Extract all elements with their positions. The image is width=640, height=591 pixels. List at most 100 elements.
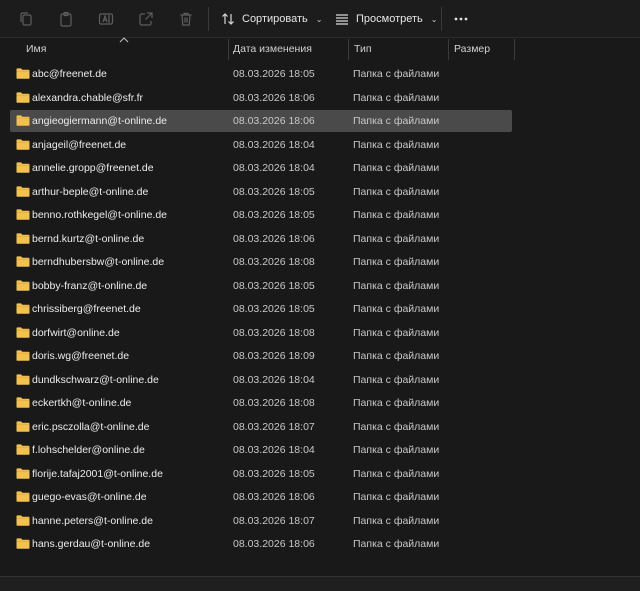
file-type: Папка с файлами: [353, 491, 440, 503]
list-item[interactable]: eckertkh@t-online.de 08.03.2026 18:08 Папк…: [10, 392, 512, 414]
file-name: hanne.peters@t-online.de: [32, 514, 153, 527]
column-divider[interactable]: [348, 39, 349, 60]
file-name: berndhubersbw@t-online.de: [32, 256, 165, 268]
column-divider[interactable]: [228, 39, 229, 60]
file-date: 08.03.2026 18:07: [233, 514, 315, 527]
file-type: Папка с файлами: [353, 68, 440, 80]
more-icon[interactable]: [451, 9, 471, 29]
file-date: 08.03.2026 18:05: [233, 185, 315, 198]
folder-icon: [16, 326, 30, 338]
list-item[interactable]: abc@freenet.de 08.03.2026 18:05 Папка с фа…: [10, 63, 512, 85]
column-divider[interactable]: [514, 39, 515, 60]
list-item[interactable]: florije.tafaj2001@t-online.de 08.03.2026 …: [10, 463, 512, 485]
status-bar: [0, 576, 640, 591]
file-date: 08.03.2026 18:05: [233, 209, 315, 221]
list-item[interactable]: arthur-beple@t-online.de 08.03.2026 18:05…: [10, 181, 512, 203]
command-bar: Сортировать ⌄ Просмотреть ⌄: [0, 0, 640, 38]
list-item[interactable]: bernd.kurtz@t-online.de 08.03.2026 18:06 П…: [10, 228, 512, 250]
file-type: Папка с файлами: [353, 91, 440, 104]
file-date: 08.03.2026 18:08: [233, 397, 315, 409]
list-item[interactable]: dundkschwarz@t-online.de 08.03.2026 18:04…: [10, 369, 512, 391]
column-date-header[interactable]: Дата изменения: [233, 39, 312, 60]
share-icon[interactable]: [136, 9, 156, 29]
folder-icon: [16, 232, 30, 244]
list-item[interactable]: guego-evas@t-online.de 08.03.2026 18:06 Па…: [10, 486, 512, 508]
file-date: 08.03.2026 18:05: [233, 68, 315, 80]
list-item[interactable]: f.lohschelder@online.de 08.03.2026 18:04 П…: [10, 439, 512, 461]
toolbar-divider: [208, 7, 209, 31]
file-date: 08.03.2026 18:07: [233, 420, 315, 433]
toolbar-divider: [441, 7, 442, 31]
file-date: 08.03.2026 18:05: [233, 467, 315, 480]
sort-ascending-icon: [119, 37, 129, 43]
list-item[interactable]: bobby-franz@t-online.de 08.03.2026 18:05 П…: [10, 275, 512, 297]
copy-icon[interactable]: [16, 9, 36, 29]
list-item[interactable]: annelie.gropp@freenet.de 08.03.2026 18:04…: [10, 157, 512, 179]
file-type: Папка с файлами: [353, 232, 440, 245]
file-name: guego-evas@t-online.de: [32, 491, 147, 503]
column-type-header[interactable]: Тип: [354, 39, 372, 60]
column-divider[interactable]: [448, 39, 449, 60]
folder-icon: [16, 514, 30, 526]
list-item[interactable]: benno.rothkegel@t-online.de 08.03.2026 18…: [10, 204, 512, 226]
file-name: dundkschwarz@t-online.de: [32, 373, 159, 386]
list-item[interactable]: chrissiberg@freenet.de 08.03.2026 18:05 Па…: [10, 298, 512, 320]
file-date: 08.03.2026 18:05: [233, 303, 315, 315]
list-item[interactable]: eric.psczolla@t-online.de 08.03.2026 18:0…: [10, 416, 512, 438]
file-type: Папка с файлами: [353, 350, 440, 362]
file-type: Папка с файлами: [353, 209, 440, 221]
file-name: bernd.kurtz@t-online.de: [32, 232, 145, 245]
file-name: doris.wg@freenet.de: [32, 350, 130, 362]
list-item[interactable]: dorfwirt@online.de 08.03.2026 18:08 Папка …: [10, 322, 512, 344]
file-name: angieogiermann@t-online.de: [32, 115, 167, 127]
file-date: 08.03.2026 18:06: [233, 232, 315, 245]
file-type: Папка с файлами: [353, 303, 440, 315]
file-date: 08.03.2026 18:06: [233, 538, 315, 550]
list-item[interactable]: doris.wg@freenet.de 08.03.2026 18:09 Папка…: [10, 345, 512, 367]
file-name: anjageil@freenet.de: [32, 138, 127, 151]
file-type: Папка с файлами: [353, 185, 440, 198]
sort-button[interactable]: Сортировать ⌄: [220, 9, 322, 29]
file-date: 08.03.2026 18:05: [233, 279, 315, 292]
paste-icon[interactable]: [56, 9, 76, 29]
sort-icon: [222, 13, 234, 25]
vertical-scrollbar[interactable]: [632, 60, 640, 575]
delete-icon[interactable]: [176, 9, 196, 29]
chevron-down-icon: ⌄: [430, 14, 438, 24]
column-size-header[interactable]: Размер: [454, 39, 490, 60]
file-type: Папка с файлами: [353, 115, 440, 127]
list-item[interactable]: hanne.peters@t-online.de 08.03.2026 18:07…: [10, 510, 512, 532]
file-name: chrissiberg@freenet.de: [32, 303, 141, 315]
chevron-down-icon: ⌄: [315, 14, 323, 24]
list-item[interactable]: angieogiermann@t-online.de 08.03.2026 18:…: [10, 110, 512, 132]
folder-icon: [16, 91, 30, 103]
rename-icon[interactable]: [96, 9, 116, 29]
view-button-label: Просмотреть: [356, 13, 423, 25]
folder-icon: [16, 115, 30, 126]
folder-icon: [16, 467, 30, 479]
file-type: Папка с файлами: [353, 397, 440, 409]
list-item[interactable]: berndhubersbw@t-online.de 08.03.2026 18:0…: [10, 251, 512, 273]
file-date: 08.03.2026 18:04: [233, 444, 315, 456]
file-date: 08.03.2026 18:04: [233, 162, 315, 174]
folder-icon: [16, 68, 30, 79]
list-item[interactable]: anjageil@freenet.de 08.03.2026 18:04 Папка…: [10, 134, 512, 156]
file-name: abc@freenet.de: [32, 68, 107, 80]
file-name: alexandra.chable@sfr.fr: [32, 91, 144, 104]
file-name: bobby-franz@t-online.de: [32, 279, 148, 292]
folder-icon: [16, 397, 30, 408]
file-name: annelie.gropp@freenet.de: [32, 162, 154, 174]
column-name-header[interactable]: Имя: [26, 39, 46, 60]
file-name: hans.gerdau@t-online.de: [32, 538, 151, 550]
file-type: Папка с файлами: [353, 444, 440, 456]
folder-icon: [16, 209, 30, 220]
file-date: 08.03.2026 18:06: [233, 115, 315, 127]
file-name: eckertkh@t-online.de: [32, 397, 132, 409]
list-item[interactable]: hans.gerdau@t-online.de 08.03.2026 18:06 П…: [10, 533, 512, 555]
file-name: f.lohschelder@online.de: [32, 444, 145, 456]
list-item[interactable]: alexandra.chable@sfr.fr 08.03.2026 18:06 П…: [10, 87, 512, 109]
view-button[interactable]: Просмотреть ⌄: [334, 9, 437, 29]
folder-icon: [16, 185, 30, 197]
file-date: 08.03.2026 18:08: [233, 256, 315, 268]
file-type: Папка с файлами: [353, 420, 440, 433]
